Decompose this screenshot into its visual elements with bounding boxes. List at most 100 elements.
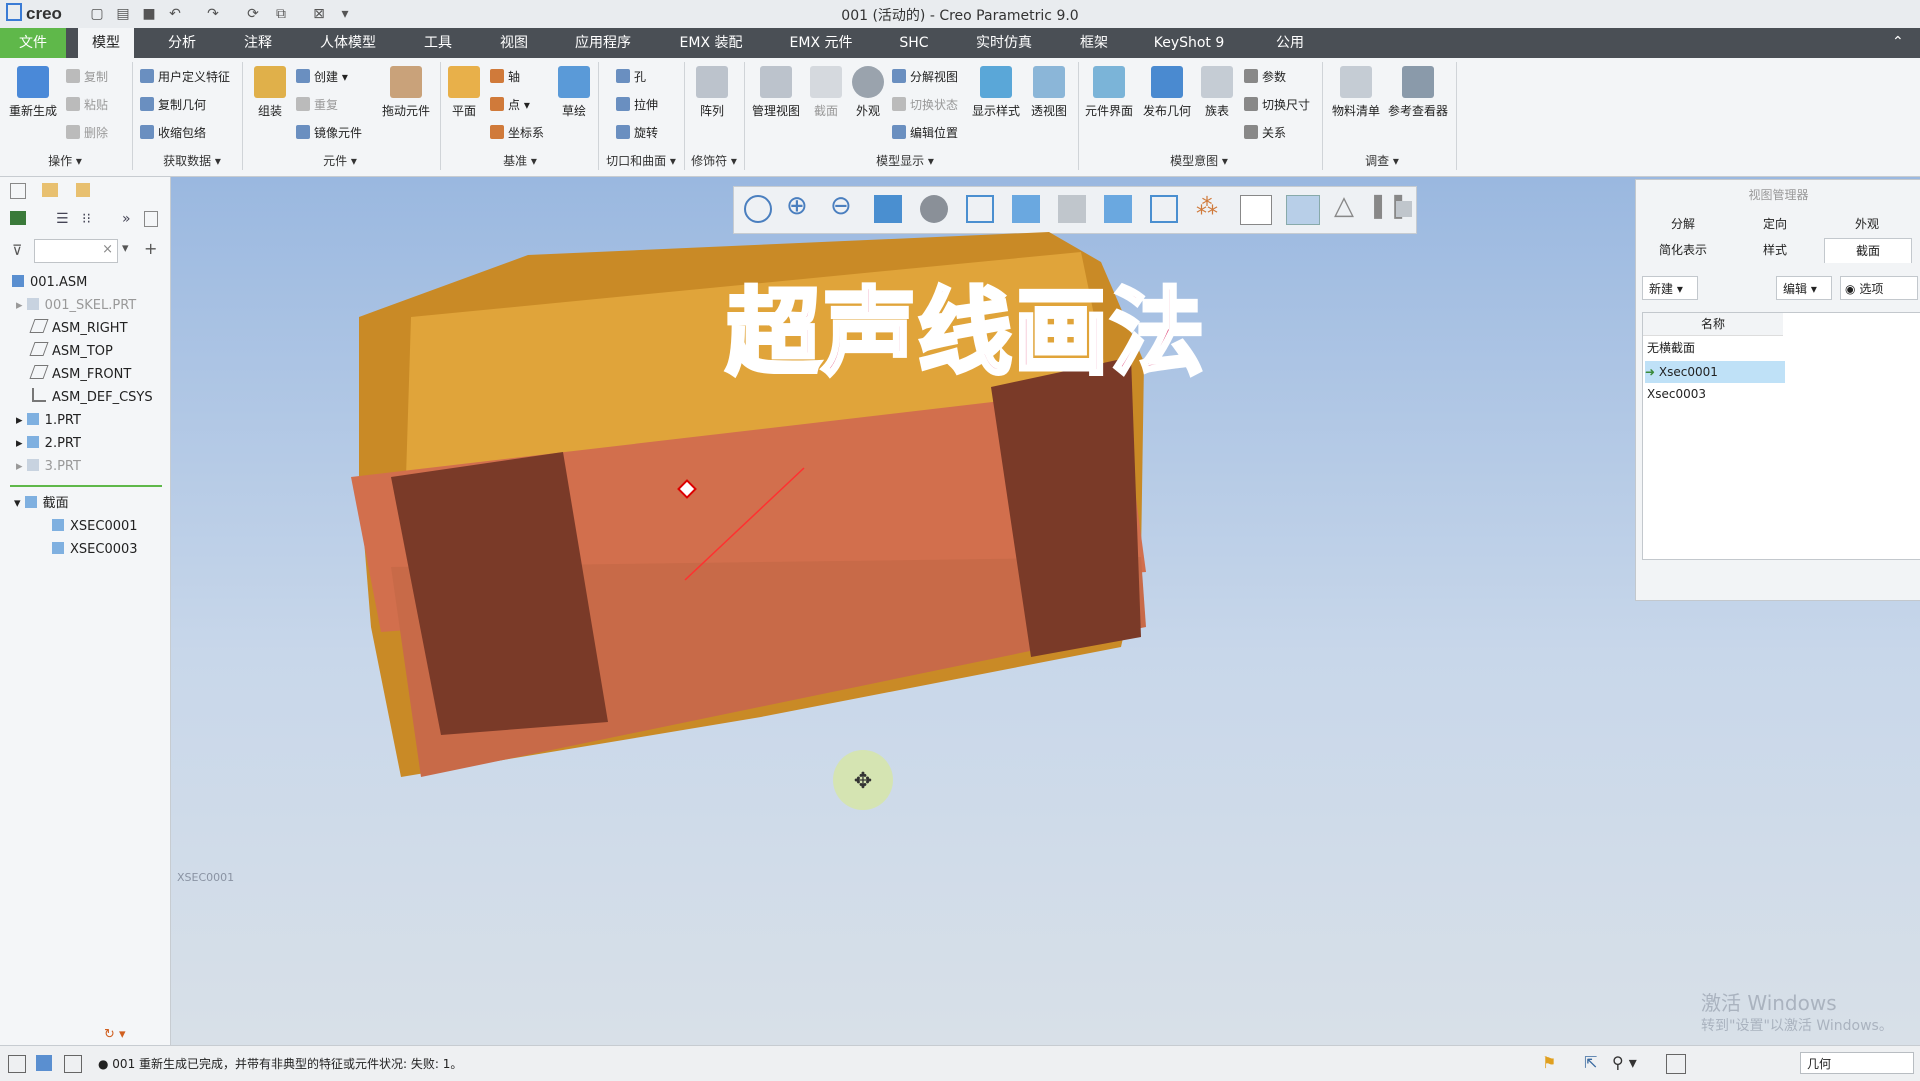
graphics-viewport[interactable]: ⊕ ⊖ ⁂ △ ❚❚ ✥ 超声线画法 XSEC0001 视图管理器 分解 定向 …: [171, 177, 1920, 1045]
model-icon[interactable]: [10, 211, 26, 225]
tree-item-asm-def-csys[interactable]: ASM_DEF_CSYS: [0, 387, 153, 409]
repeat-button[interactable]: 重复: [296, 96, 338, 113]
group-get-data[interactable]: 获取数据 ▾: [150, 152, 234, 169]
exploded-view-button[interactable]: 分解视图: [892, 68, 958, 85]
show-icon[interactable]: [144, 211, 158, 227]
tab-sections[interactable]: 截面: [1824, 238, 1912, 263]
section-button[interactable]: 截面: [806, 66, 846, 119]
tree-item-part-2[interactable]: ▸ 2.PRT: [0, 433, 81, 455]
copy-button[interactable]: 复制: [66, 68, 108, 85]
select-tool-icon[interactable]: ⇱: [1584, 1053, 1597, 1072]
tab-appearance[interactable]: 外观: [1824, 212, 1910, 236]
group-component[interactable]: 元件 ▾: [310, 152, 370, 169]
tree-item-asm-front[interactable]: ASM_FRONT: [0, 364, 131, 386]
relations-button[interactable]: 关系: [1244, 124, 1286, 141]
tree-item-asm-top[interactable]: ASM_TOP: [0, 341, 113, 363]
family-table-button[interactable]: 族表: [1196, 66, 1238, 119]
insert-indicator[interactable]: [10, 485, 162, 487]
appearance-button[interactable]: 外观: [848, 66, 888, 119]
panel-toggle-icon[interactable]: [8, 1055, 26, 1073]
tree-item-part-3[interactable]: ▸ 3.PRT: [0, 456, 81, 478]
switch-dimensions-button[interactable]: 切换尺寸: [1244, 96, 1310, 113]
add-icon[interactable]: +: [144, 239, 157, 258]
toggle-status-button[interactable]: 切换状态: [892, 96, 958, 113]
group-modifiers[interactable]: 修饰符 ▾: [686, 152, 742, 169]
shrinkwrap-button[interactable]: 收缩包络: [140, 124, 206, 141]
group-investigate[interactable]: 调查 ▾: [1352, 152, 1412, 169]
drag-component-button[interactable]: 拖动元件: [378, 66, 434, 119]
more-icon[interactable]: »: [122, 211, 131, 227]
tree-search-input[interactable]: ×: [34, 239, 118, 263]
tree-folder-sections[interactable]: ▾ 截面: [0, 493, 69, 515]
list-item-xsec0003[interactable]: Xsec0003: [1647, 387, 1706, 401]
extrude-button[interactable]: 拉伸: [616, 96, 658, 113]
tree-item-xsec0003[interactable]: XSEC0003: [0, 539, 138, 561]
publish-geometry-button[interactable]: 发布几何: [1140, 66, 1194, 119]
tab-model[interactable]: 模型: [78, 28, 134, 58]
manage-views-button[interactable]: 管理视图: [750, 66, 802, 119]
find-icon[interactable]: ⚲ ▾: [1612, 1053, 1637, 1072]
flag-icon[interactable]: ⚑: [1542, 1053, 1556, 1072]
tab-annotate[interactable]: 注释: [228, 28, 288, 58]
selection-list-icon[interactable]: [1666, 1054, 1686, 1074]
list-item-no-section[interactable]: 无横截面: [1647, 339, 1695, 356]
options-button[interactable]: ◉ 选项: [1840, 276, 1918, 300]
tab-keyshot[interactable]: KeyShot 9: [1144, 28, 1234, 58]
copy-geometry-button[interactable]: 复制几何: [140, 96, 206, 113]
tab-tools[interactable]: 工具: [410, 28, 466, 58]
perspective-button[interactable]: 透视图: [1026, 66, 1072, 119]
tree-root[interactable]: 001.ASM: [0, 272, 87, 294]
tree-item-skel[interactable]: ▸ 001_SKEL.PRT: [0, 295, 136, 317]
tab-view[interactable]: 视图: [486, 28, 542, 58]
selection-filter-dropdown[interactable]: 几何: [1800, 1052, 1914, 1074]
tab-applications[interactable]: 应用程序: [566, 28, 640, 58]
hole-button[interactable]: 孔: [616, 68, 646, 85]
history-icon[interactable]: ↻ ▾: [104, 1027, 126, 1042]
plane-button[interactable]: 平面: [446, 66, 482, 119]
browser-toggle-icon[interactable]: [36, 1055, 52, 1071]
revolve-button[interactable]: 旋转: [616, 124, 658, 141]
tab-live-simulation[interactable]: 实时仿真: [966, 28, 1042, 58]
tab-analysis[interactable]: 分析: [152, 28, 212, 58]
tree-item-asm-right[interactable]: ASM_RIGHT: [0, 318, 128, 340]
search-options-dropdown-icon[interactable]: ▾: [122, 241, 129, 256]
display-style-button[interactable]: 显示样式: [968, 66, 1024, 119]
delete-button[interactable]: 删除: [66, 124, 108, 141]
tree-item-part-1[interactable]: ▸ 1.PRT: [0, 410, 81, 432]
group-model-intent[interactable]: 模型意图 ▾: [1160, 152, 1238, 169]
sketch-button[interactable]: 草绘: [556, 66, 592, 119]
tab-simplified-rep[interactable]: 简化表示: [1640, 238, 1726, 262]
tree-columns-icon[interactable]: ⁝⁝: [82, 211, 91, 227]
point-button[interactable]: 点 ▾: [490, 96, 530, 113]
pattern-button[interactable]: 阵列: [690, 66, 734, 119]
paste-button[interactable]: 粘贴: [66, 96, 108, 113]
tab-framework[interactable]: 框架: [1064, 28, 1124, 58]
edit-section-button[interactable]: 编辑 ▾: [1776, 276, 1832, 300]
regenerate-button[interactable]: 重新生成: [4, 66, 62, 119]
folder-browser-tab-icon[interactable]: [42, 183, 58, 197]
assemble-button[interactable]: 组装: [248, 66, 292, 119]
tab-file[interactable]: 文件: [0, 28, 66, 58]
bom-button[interactable]: 物料清单: [1328, 66, 1384, 119]
tab-orient[interactable]: 定向: [1732, 212, 1818, 236]
tab-shc[interactable]: SHC: [886, 28, 942, 58]
list-column-header[interactable]: 名称: [1643, 313, 1783, 336]
group-cut-surface[interactable]: 切口和曲面 ▾: [600, 152, 682, 169]
filter-icon[interactable]: ⊽: [12, 243, 22, 259]
reference-viewer-button[interactable]: 参考查看器: [1388, 66, 1448, 119]
group-model-display[interactable]: 模型显示 ▾: [870, 152, 940, 169]
axis-button[interactable]: 轴: [490, 68, 520, 85]
tab-explode[interactable]: 分解: [1640, 212, 1726, 236]
udf-button[interactable]: 用户定义特征: [140, 68, 230, 85]
tab-public[interactable]: 公用: [1262, 28, 1318, 58]
new-section-button[interactable]: 新建 ▾: [1642, 276, 1698, 300]
mirror-component-button[interactable]: 镜像元件: [296, 124, 362, 141]
list-item-xsec0001[interactable]: ➜ Xsec0001: [1645, 361, 1785, 383]
group-operations[interactable]: 操作 ▾: [30, 152, 100, 169]
fullscreen-icon[interactable]: [64, 1055, 82, 1073]
parameters-button[interactable]: 参数: [1244, 68, 1286, 85]
create-button[interactable]: 创建 ▾: [296, 68, 348, 85]
clear-search-icon[interactable]: ×: [102, 242, 113, 257]
edit-position-button[interactable]: 编辑位置: [892, 124, 958, 141]
csys-button[interactable]: 坐标系: [490, 124, 544, 141]
